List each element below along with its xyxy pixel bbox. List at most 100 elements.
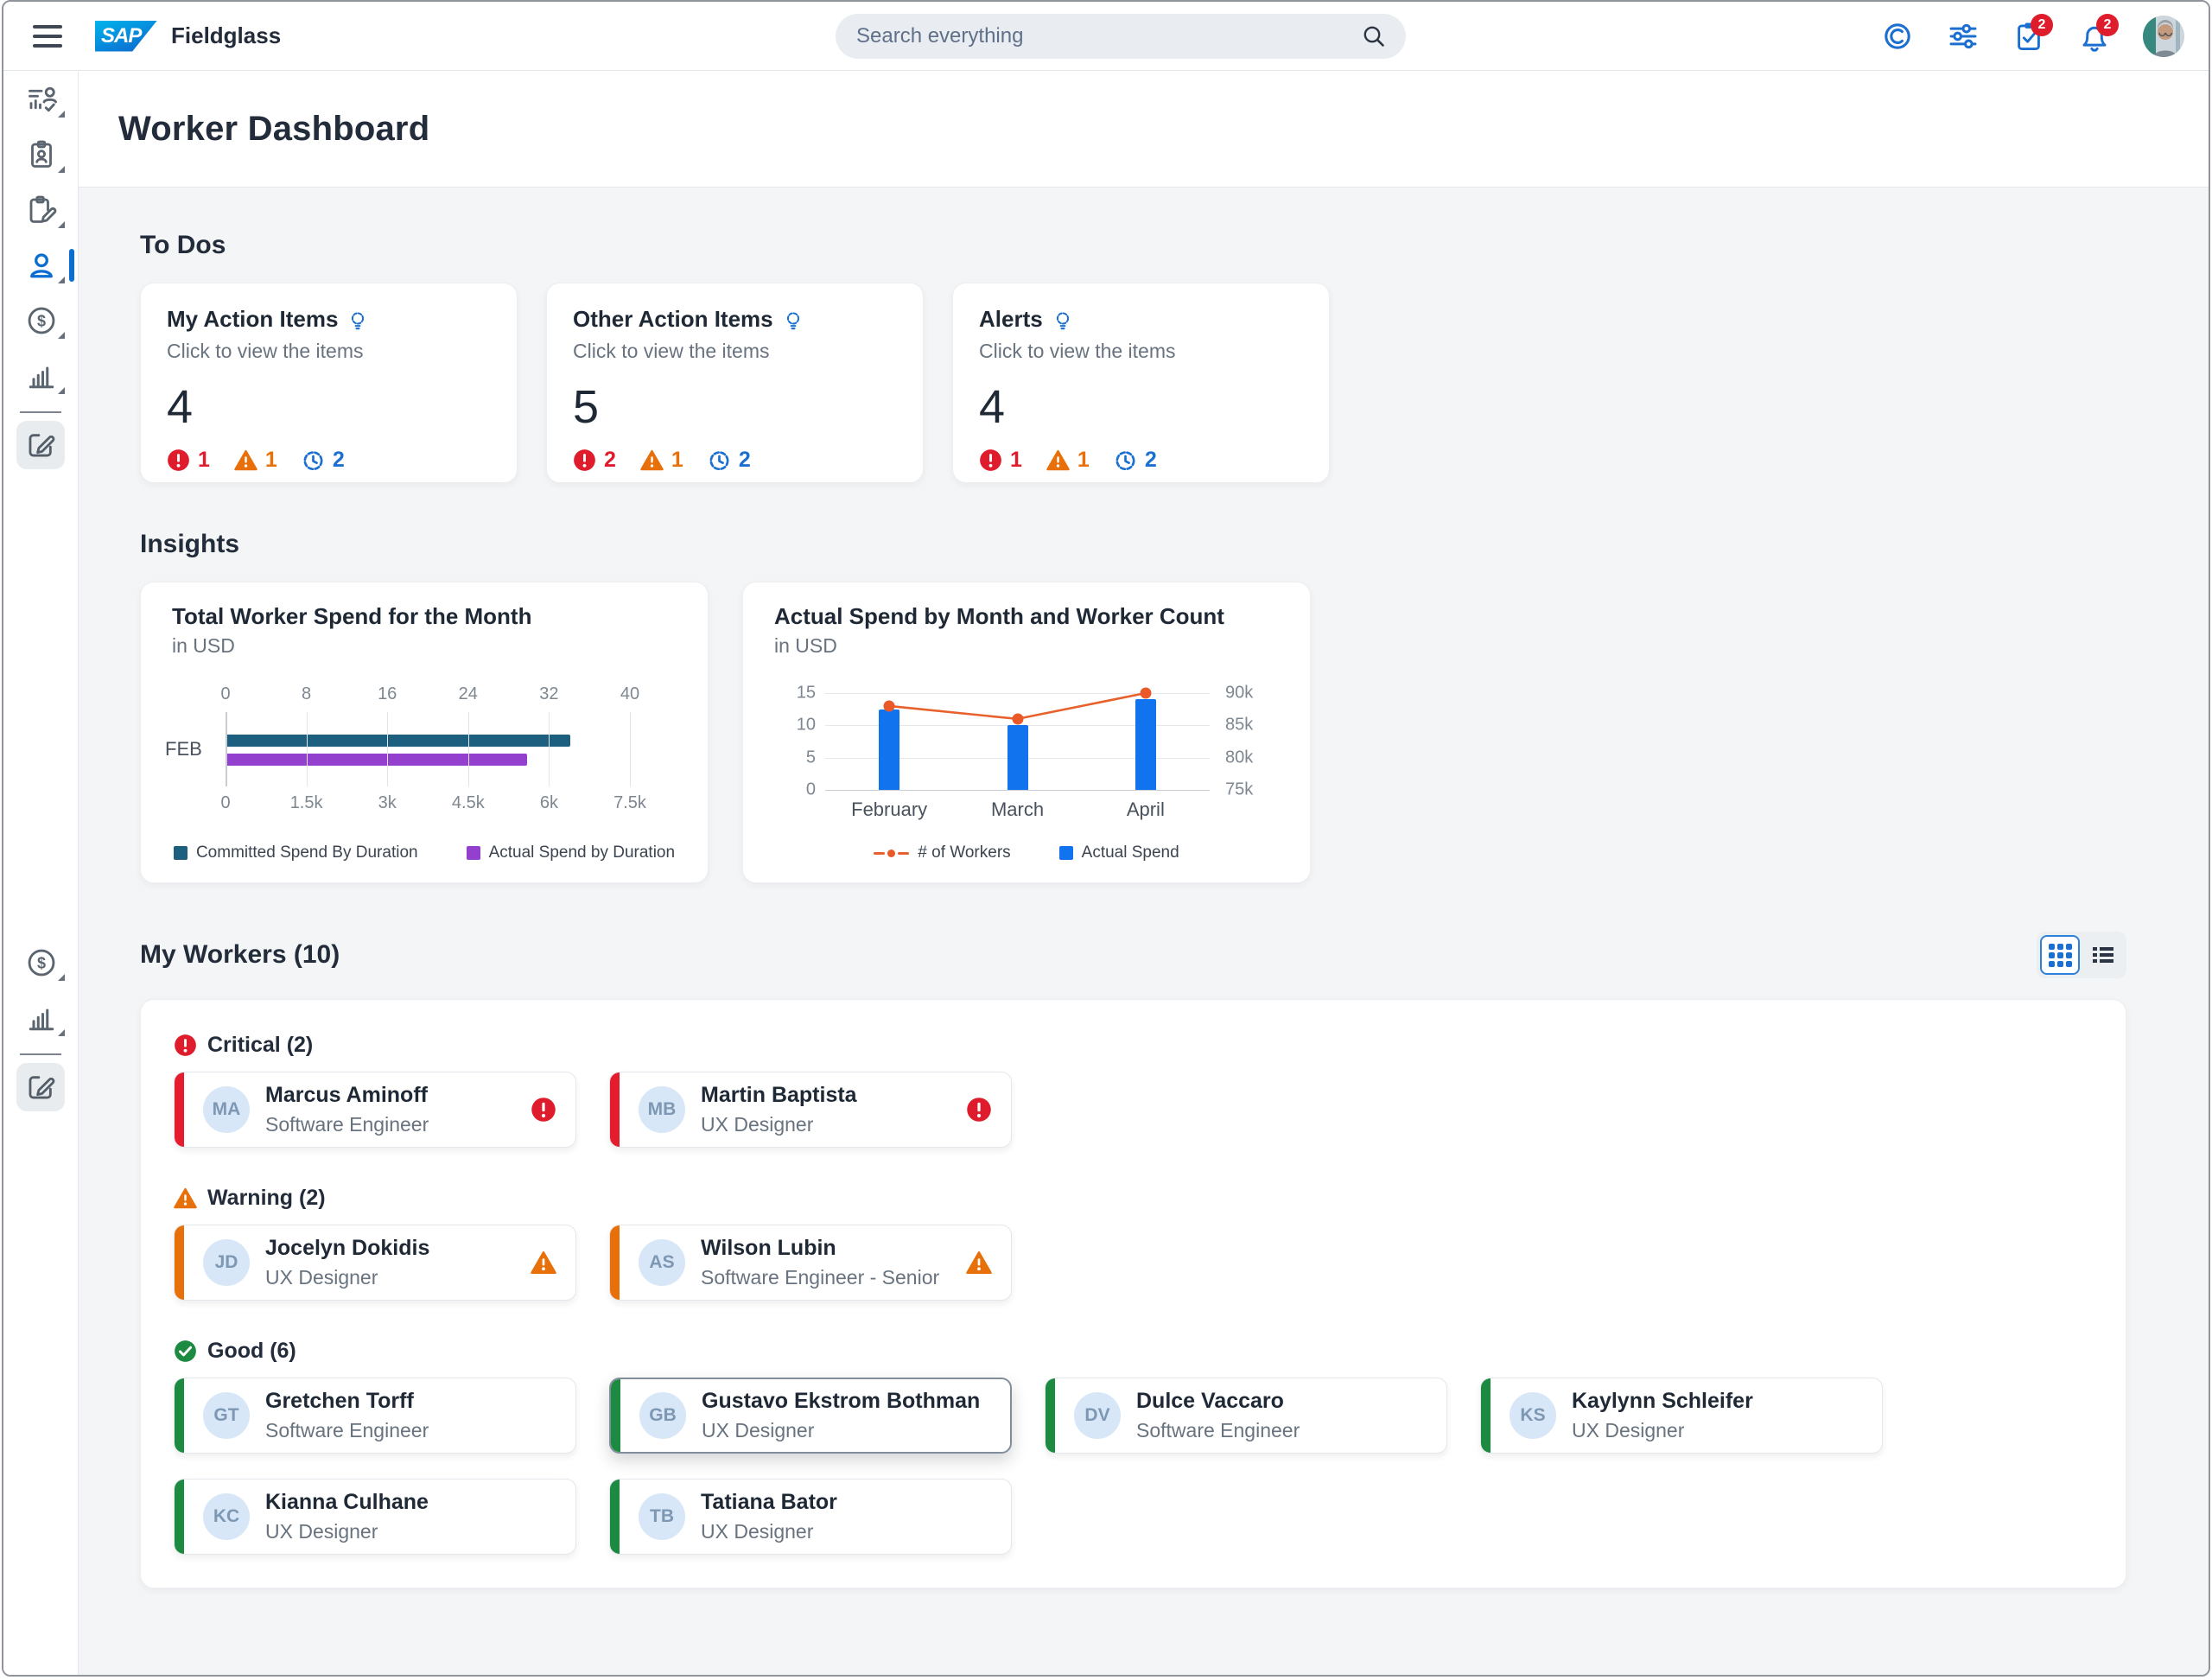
worker-role: UX Designer: [265, 1520, 429, 1543]
sidebar-item-analytics[interactable]: [3, 348, 79, 404]
worker-card-dulce-vaccaro[interactable]: DV Dulce Vaccaro Software Engineer: [1045, 1378, 1447, 1454]
worker-card-martin-baptista[interactable]: MB Martin Baptista UX Designer: [609, 1072, 1012, 1148]
clipboard-person-icon: [26, 139, 57, 170]
todo-card-badges: 1 1 2: [167, 448, 491, 473]
grid-view-icon: [2049, 944, 2072, 967]
pending-clock-icon: [1114, 449, 1137, 472]
spend-dollar-icon: $: [26, 305, 57, 336]
worker-group-good: Good (6) GT Gretchen Torff Software Engi…: [174, 1339, 2093, 1555]
worker-card-gretchen-torff[interactable]: GT Gretchen Torff Software Engineer: [174, 1378, 576, 1454]
copilot-icon[interactable]: [1880, 19, 1915, 54]
clipboard-edit-icon: [26, 194, 57, 226]
todo-card-hint: Click to view the items: [979, 340, 1303, 363]
status-warning-icon: [966, 1250, 992, 1276]
page-title: Worker Dashboard: [118, 110, 429, 149]
todo-card-alerts[interactable]: Alerts Click to view the items 4 1 1 2: [952, 283, 1330, 483]
status-warning-icon: [531, 1250, 556, 1276]
actual-spend-bar: [879, 710, 899, 790]
c1-bottom-ticks: 01.5k3k4.5k6k7.5k: [226, 793, 630, 814]
todo-card-title: Other Action Items: [573, 306, 773, 333]
todo-cards-row: My Action Items Click to view the items …: [140, 283, 2126, 483]
c1-category-label: FEB: [165, 738, 202, 760]
worker-name: Martin Baptista: [701, 1083, 857, 1108]
user-avatar[interactable]: [2143, 16, 2184, 57]
worker-role: UX Designer: [701, 1113, 857, 1136]
critical-icon: [174, 1034, 197, 1057]
active-indicator: [69, 249, 74, 282]
spend-dollar-icon: $: [26, 947, 57, 978]
legend-bar-swatch: [1059, 846, 1073, 860]
chart-actual-spend-worker-count[interactable]: Actual Spend by Month and Worker Count i…: [742, 582, 1311, 883]
program-overview-icon: [26, 84, 57, 115]
avatar: KC: [203, 1493, 250, 1540]
sidebar-item-analytics-2[interactable]: [3, 990, 79, 1046]
sidebar-item-program-overview[interactable]: [3, 72, 79, 127]
worker-card-gustavo-ekstrom-bothman[interactable]: GB Gustavo Ekstrom Bothman UX Designer: [609, 1378, 1012, 1454]
chart-title: Actual Spend by Month and Worker Count: [774, 603, 1224, 630]
workers-heading: My Workers (10): [140, 940, 340, 970]
worker-card-kianna-culhane[interactable]: KC Kianna Culhane UX Designer: [174, 1479, 576, 1555]
todo-card-count: 4: [167, 384, 491, 430]
sidebar-item-work-orders[interactable]: [3, 182, 79, 238]
settings-sliders-icon[interactable]: [1946, 19, 1980, 54]
worker-name: Jocelyn Dokidis: [265, 1236, 429, 1261]
worker-role: Software Engineer: [265, 1419, 429, 1442]
worker-name: Dulce Vaccaro: [1136, 1389, 1300, 1414]
todo-card-my-action-items[interactable]: My Action Items Click to view the items …: [140, 283, 518, 483]
sidebar-divider: [20, 411, 61, 413]
left-sidebar: $ $: [3, 72, 79, 1675]
avatar: KS: [1510, 1392, 1556, 1439]
workers-header: My Workers (10): [140, 932, 2126, 978]
pending-count: 2: [739, 448, 751, 473]
warning-icon: [234, 449, 257, 472]
sidebar-item-workers[interactable]: [3, 238, 79, 293]
list-view-button[interactable]: [2083, 935, 2123, 975]
critical-count: 1: [198, 448, 210, 473]
worker-card-wilson-lubin[interactable]: AS Wilson Lubin Software Engineer - Seni…: [609, 1225, 1012, 1301]
page-header: Worker Dashboard: [79, 72, 2209, 188]
legend-label: # of Workers: [918, 843, 1010, 862]
sidebar-item-spend[interactable]: $: [3, 293, 79, 348]
search-input[interactable]: [855, 23, 1361, 49]
view-toggle: [2037, 932, 2126, 978]
magnifier-icon[interactable]: [1361, 23, 1387, 49]
worker-name: Gustavo Ekstrom Bothman: [702, 1389, 980, 1414]
grid-view-button[interactable]: [2040, 935, 2080, 975]
svg-text:$: $: [36, 955, 45, 972]
worker-card-marcus-aminoff[interactable]: MA Marcus Aminoff Software Engineer: [174, 1072, 576, 1148]
sidebar-item-spend-2[interactable]: $: [3, 935, 79, 990]
worker-card-kaylynn-schleifer[interactable]: KS Kaylynn Schleifer UX Designer: [1480, 1378, 1883, 1454]
sidebar-item-job-postings[interactable]: [3, 127, 79, 182]
sidebar-quick-create[interactable]: [16, 421, 65, 469]
avatar: JD: [203, 1239, 250, 1286]
hamburger-menu-icon[interactable]: [33, 25, 62, 48]
todo-card-other-action-items[interactable]: Other Action Items Click to view the ite…: [546, 283, 924, 483]
list-view-icon: [2090, 942, 2116, 968]
quick-create-icon: [26, 1072, 55, 1102]
avatar: AS: [639, 1239, 685, 1286]
warning-icon: [1046, 449, 1070, 472]
tasks-clipboard-check-icon[interactable]: 2: [2012, 19, 2046, 54]
worker-card-tatiana-bator[interactable]: TB Tatiana Bator UX Designer: [609, 1479, 1012, 1555]
pending-clock-icon: [302, 449, 325, 472]
chart-total-worker-spend[interactable]: Total Worker Spend for the Month in USD …: [140, 582, 709, 883]
workers-panel: Critical (2) MA Marcus Aminoff Software …: [140, 999, 2126, 1588]
worker-card-jocelyn-dokidis[interactable]: JD Jocelyn Dokidis UX Designer: [174, 1225, 576, 1301]
sap-logo: SAP: [95, 21, 157, 52]
ai-bulb-icon: [1052, 309, 1074, 331]
worker-role: UX Designer: [265, 1266, 429, 1289]
worker-name: Wilson Lubin: [701, 1236, 939, 1261]
worker-name: Marcus Aminoff: [265, 1083, 429, 1108]
quick-create-icon: [26, 430, 55, 460]
worker-name: Tatiana Bator: [701, 1490, 837, 1515]
worker-role: UX Designer: [1572, 1419, 1753, 1442]
sidebar-quick-create-2[interactable]: [16, 1063, 65, 1111]
avatar: DV: [1074, 1392, 1121, 1439]
global-search[interactable]: [836, 14, 1406, 59]
notifications-bell-icon[interactable]: 2: [2077, 19, 2112, 54]
bar-actual-spend: [226, 754, 527, 766]
product-name: Fieldglass: [171, 22, 281, 49]
todo-card-hint: Click to view the items: [573, 340, 897, 363]
worker-group-warning: Warning (2) JD Jocelyn Dokidis UX Design…: [174, 1186, 2093, 1301]
chart-title: Total Worker Spend for the Month: [172, 603, 531, 630]
